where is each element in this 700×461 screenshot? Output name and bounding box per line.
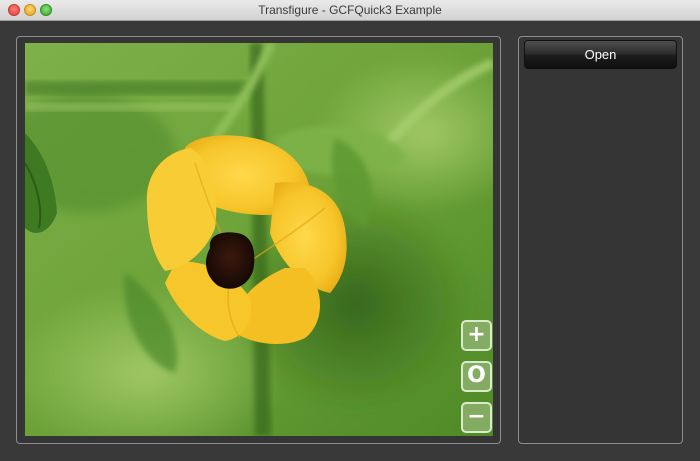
side-panel: Open — [518, 36, 683, 444]
zoom-reset-button[interactable]: O — [461, 361, 492, 392]
zoom-out-button[interactable]: − — [461, 402, 492, 433]
flower-image[interactable]: + O − — [25, 43, 493, 436]
flower-photo-graphic — [25, 43, 493, 436]
window-title: Transfigure - GCFQuick3 Example — [258, 3, 442, 17]
zoom-in-button[interactable]: + — [461, 320, 492, 351]
image-panel: + O − — [16, 36, 501, 444]
open-button[interactable]: Open — [524, 40, 677, 69]
title-bar: Transfigure - GCFQuick3 Example — [0, 0, 700, 21]
app-window: Transfigure - GCFQuick3 Example + O − Op… — [0, 0, 700, 461]
